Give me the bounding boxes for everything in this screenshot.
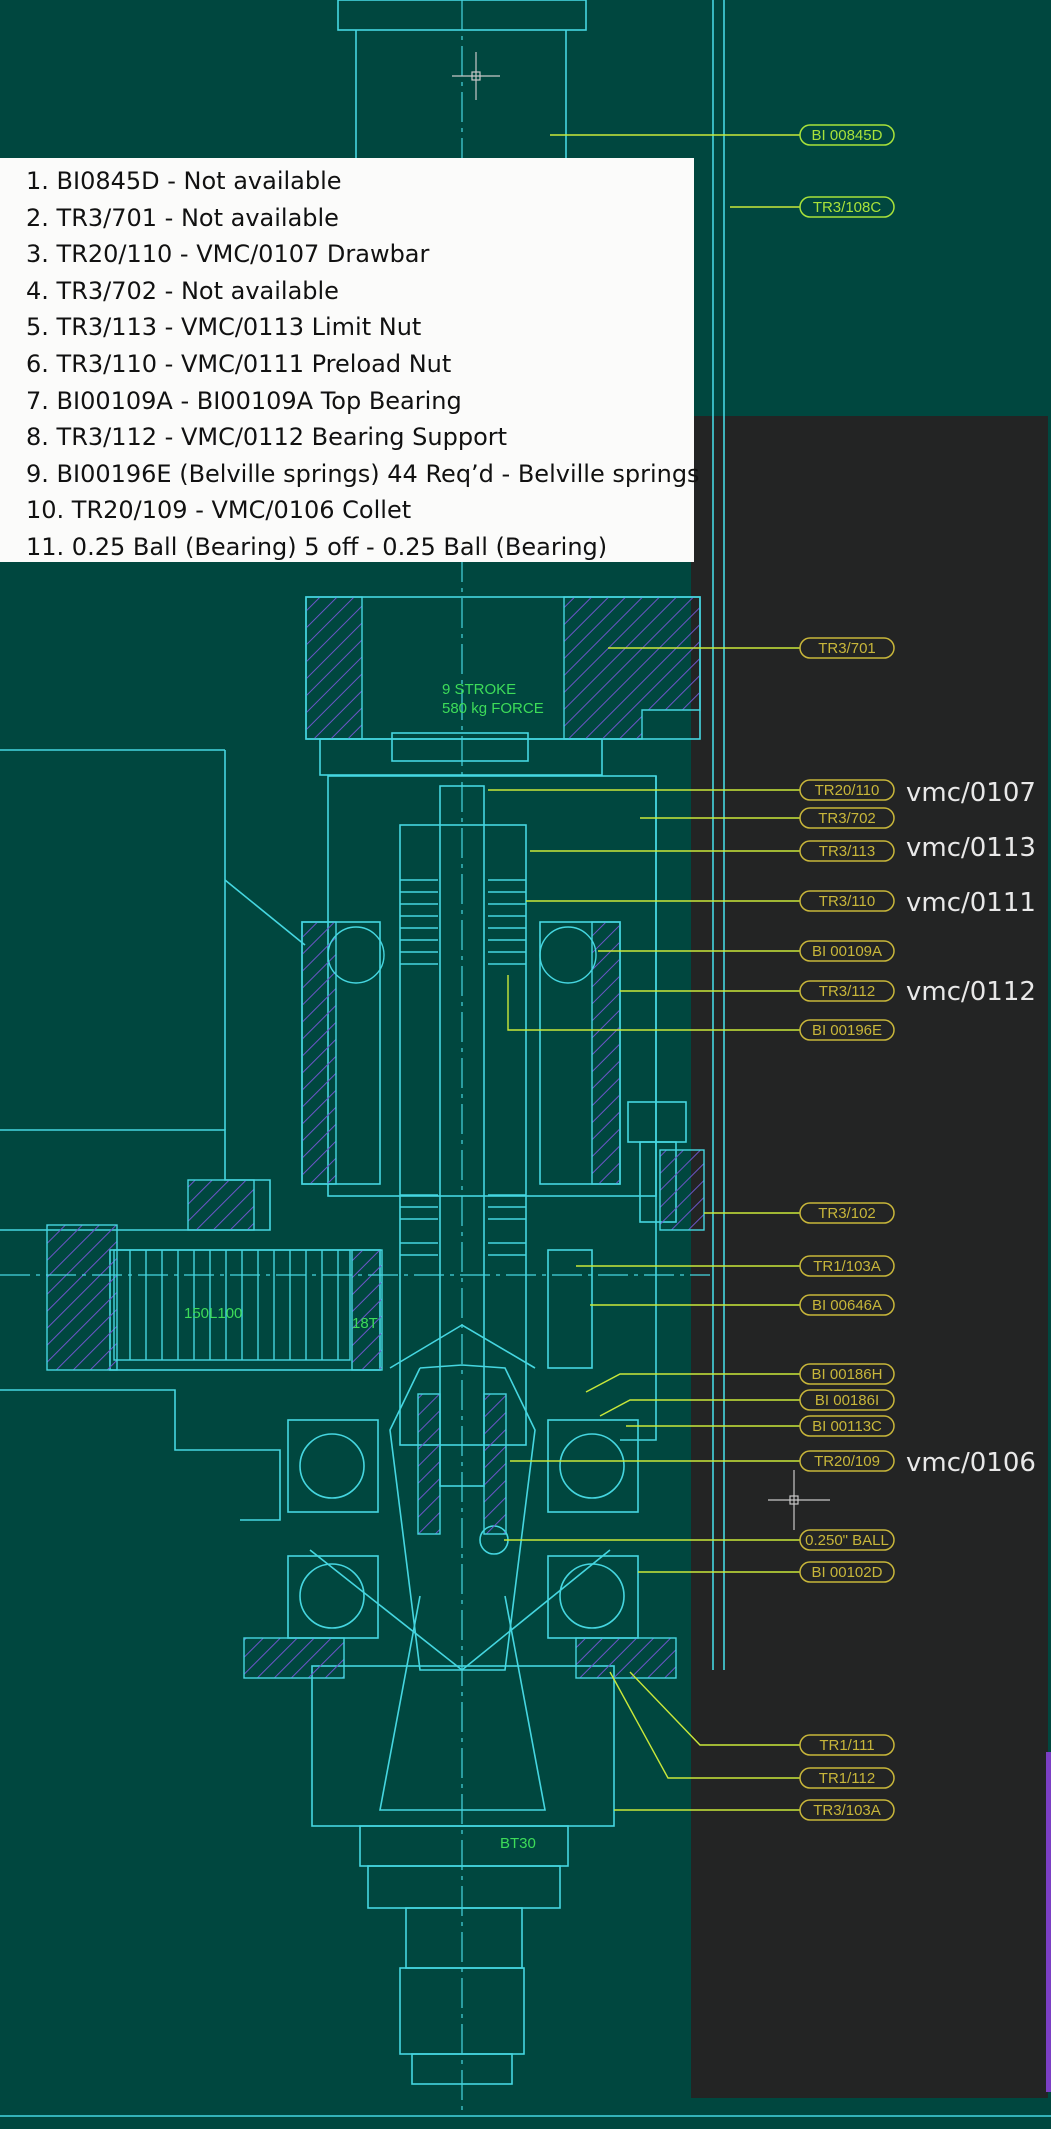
part-tag: BI 00109A [799,940,895,962]
part-tag-label: BI 00646A [812,1297,882,1314]
parts-list-panel: 1. BI0845D - Not available 2. TR3/701 - … [0,158,700,562]
part-tag-label: TR3/113 [819,843,875,860]
part-tag-label: TR3/702 [818,810,876,827]
part-tag-label: BI 00109A [812,943,882,960]
note-taper: BT30 [500,1835,536,1852]
part-tag: TR3/108C [799,196,895,218]
part-tag: TR3/103A [799,1799,895,1821]
part-tag-label: BI 00845D [812,127,883,144]
part-tag-label: TR3/701 [818,640,876,657]
parts-list-item: 9. BI00196E (Belville springs) 44 Req’d … [26,459,700,488]
part-tag-label: BI 00186H [812,1366,883,1383]
part-tag-label: TR1/112 [819,1770,875,1787]
part-tag-label: TR20/110 [815,782,880,799]
part-tag-label: BI 00102D [812,1564,883,1581]
vmc-label-drawbar: vmc/0107 [906,778,1036,808]
parts-list-item: 5. TR3/113 - VMC/0113 Limit Nut [26,313,422,342]
vmc-label-limit-nut: vmc/0113 [906,833,1036,863]
part-tag-label: TR1/103A [813,1258,881,1275]
part-tag-label: BI 00186I [815,1392,879,1409]
dark-panel [691,416,1048,2098]
parts-list-item: 3. TR20/110 - VMC/0107 Drawbar [26,240,430,269]
parts-list-item: 7. BI00109A - BI00109A Top Bearing [26,386,462,415]
parts-list-item: 1. BI0845D - Not available [26,167,342,195]
note-stroke: 9 STROKE [442,681,516,698]
purple-accent-bar [1046,1752,1051,2092]
parts-list-item: 10. TR20/109 - VMC/0106 Collet [26,496,412,525]
part-tag-label: TR3/110 [819,893,875,910]
part-tag-label: TR3/108C [813,199,882,216]
part-tag-label: TR1/111 [819,1737,874,1754]
note-teeth: 18T [352,1315,378,1332]
parts-list-item: 11. 0.25 Ball (Bearing) 5 off - 0.25 Bal… [26,532,608,561]
note-force: 580 kg FORCE [442,700,544,717]
part-tag: BI 00102D [799,1561,895,1583]
part-tag: 0.250" BALL [799,1529,895,1551]
hatched-sections [46,596,705,1679]
vmc-label-collet: vmc/0106 [906,1448,1036,1478]
part-tag: BI 00845D [799,124,895,146]
part-tag: BI 00113C [799,1415,895,1437]
part-tag-label: TR3/103A [813,1802,881,1819]
part-tag-label: TR3/102 [818,1205,876,1222]
parts-list-item: 8. TR3/112 - VMC/0112 Bearing Support [26,423,508,452]
part-tag-label: TR20/109 [814,1453,880,1470]
part-tag: TR20/109 [799,1450,895,1472]
part-tag: BI 00646A [799,1294,895,1316]
parts-list-item: 6. TR3/110 - VMC/0111 Preload Nut [26,349,452,378]
vmc-label-bearing-support: vmc/0112 [906,977,1036,1007]
parts-list-item: 2. TR3/701 - Not available [26,203,339,232]
part-tag: BI 00196E [799,1019,895,1041]
vmc-label-preload-nut: vmc/0111 [906,888,1036,918]
part-tag-label: BI 00196E [812,1022,882,1039]
part-tag-label: BI 00113C [812,1418,882,1435]
part-tag-label: TR3/112 [819,983,875,1000]
part-tag: BI 00186H [799,1363,895,1385]
parts-list-item: 4. TR3/702 - Not available [26,276,339,305]
note-pulley: 150L100 [184,1305,242,1322]
part-tag-label: 0.250" BALL [805,1532,889,1549]
part-tag: TR1/103A [799,1255,895,1277]
